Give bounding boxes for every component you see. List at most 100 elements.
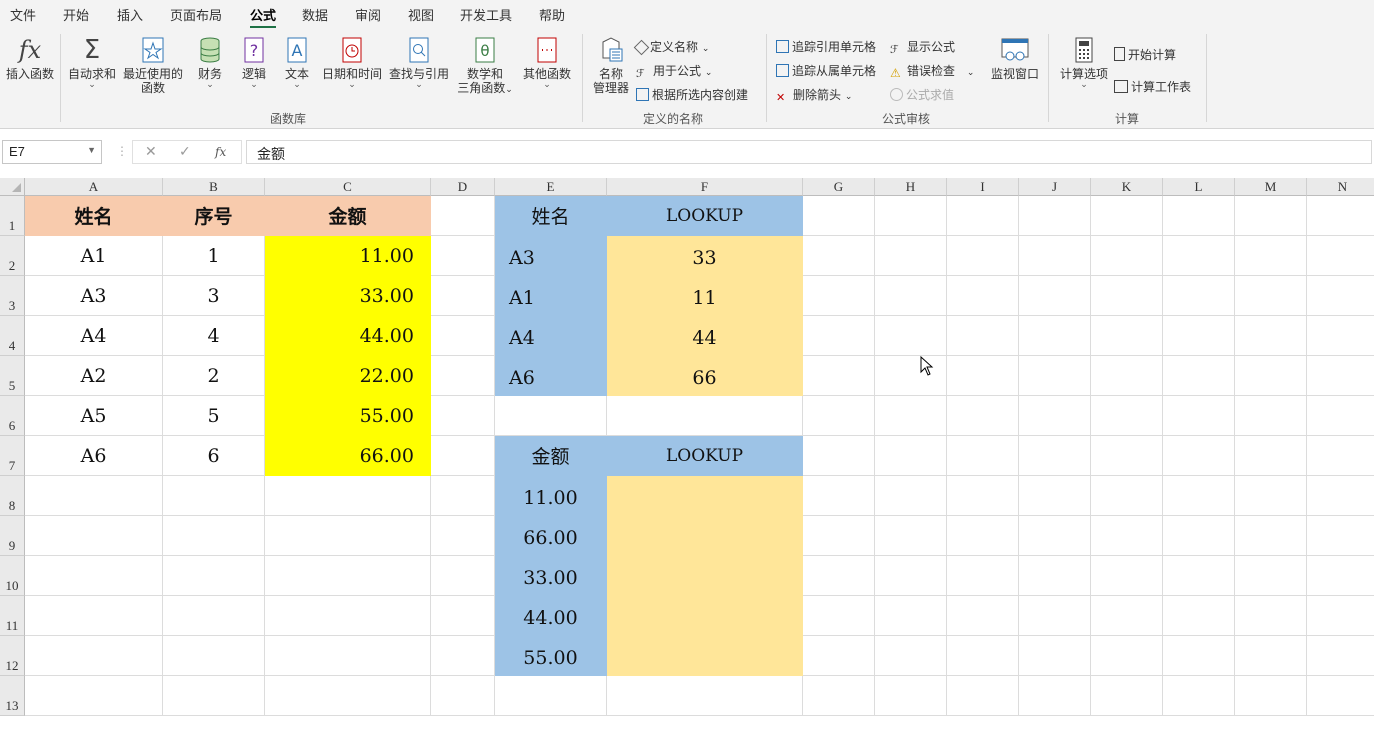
cell[interactable] xyxy=(1091,356,1163,396)
cell[interactable] xyxy=(1307,396,1374,436)
cell[interactable] xyxy=(1307,596,1374,636)
cell[interactable] xyxy=(431,676,495,716)
cell[interactable] xyxy=(1235,276,1307,316)
column-header-i[interactable]: I xyxy=(947,178,1019,196)
cell[interactable] xyxy=(803,556,875,596)
cell[interactable] xyxy=(875,476,947,516)
cell[interactable] xyxy=(1235,316,1307,356)
use-in-formula-button[interactable]: ℱ 用于公式 ⌄ xyxy=(636,62,712,81)
cell[interactable] xyxy=(265,676,431,716)
table1-index-cell[interactable]: 3 xyxy=(163,276,265,316)
cell[interactable] xyxy=(1307,316,1374,356)
cell[interactable] xyxy=(25,636,163,676)
cell[interactable] xyxy=(25,556,163,596)
cell[interactable] xyxy=(803,196,875,236)
cell[interactable] xyxy=(1235,436,1307,476)
menu-file[interactable]: 文件 xyxy=(10,5,36,24)
table1-amount-cell[interactable]: 55.00 xyxy=(265,396,431,436)
cell[interactable] xyxy=(1163,196,1235,236)
cell[interactable] xyxy=(1307,436,1374,476)
row-header-10[interactable]: 10 xyxy=(0,556,25,596)
cell[interactable] xyxy=(265,596,431,636)
trace-dependents-button[interactable]: 追踪从属单元格 xyxy=(776,62,876,79)
cell[interactable] xyxy=(431,396,495,436)
trace-precedents-button[interactable]: 追踪引用单元格 xyxy=(776,38,876,55)
table1-amount-cell[interactable]: 11.00 xyxy=(265,236,431,276)
cell[interactable] xyxy=(1163,396,1235,436)
cell[interactable] xyxy=(607,676,803,716)
watch-window-button[interactable]: 监视窗口 xyxy=(986,36,1044,81)
column-header-n[interactable]: N xyxy=(1307,178,1374,196)
cell[interactable] xyxy=(25,476,163,516)
menu-developer[interactable]: 开发工具 xyxy=(460,5,512,24)
cell[interactable] xyxy=(1091,596,1163,636)
enter-icon[interactable]: ✓ xyxy=(179,144,191,160)
calculate-sheet-button[interactable]: 计算工作表 xyxy=(1114,78,1191,95)
table3-header-cell[interactable]: LOOKUP xyxy=(607,436,803,476)
menu-insert[interactable]: 插入 xyxy=(117,5,143,24)
cell[interactable] xyxy=(875,676,947,716)
cell[interactable] xyxy=(947,676,1019,716)
cell[interactable] xyxy=(1019,236,1091,276)
datetime-button[interactable]: 日期和时间 ⌄ xyxy=(320,36,384,90)
table1-name-cell[interactable]: A6 xyxy=(25,436,163,476)
cell[interactable] xyxy=(1235,676,1307,716)
cell[interactable] xyxy=(803,676,875,716)
table2-lookup-cell[interactable]: 11 xyxy=(607,276,803,316)
row-header-8[interactable]: 8 xyxy=(0,476,25,516)
formula-input[interactable]: 金额 xyxy=(246,140,1372,164)
cell[interactable] xyxy=(1163,636,1235,676)
table1-header-cell[interactable]: 序号 xyxy=(163,196,265,236)
cell[interactable] xyxy=(265,556,431,596)
cell[interactable] xyxy=(875,396,947,436)
row-header-7[interactable]: 7 xyxy=(0,436,25,476)
table1-name-cell[interactable]: A1 xyxy=(25,236,163,276)
cell[interactable] xyxy=(1163,556,1235,596)
menu-help[interactable]: 帮助 xyxy=(539,5,565,24)
column-header-f[interactable]: F xyxy=(607,178,803,196)
row-header-12[interactable]: 12 xyxy=(0,636,25,676)
cell[interactable] xyxy=(1235,636,1307,676)
cell[interactable] xyxy=(1019,396,1091,436)
cell[interactable] xyxy=(875,516,947,556)
cell[interactable] xyxy=(1307,556,1374,596)
cell[interactable] xyxy=(431,556,495,596)
menu-review[interactable]: 审阅 xyxy=(355,5,381,24)
cell[interactable] xyxy=(1091,476,1163,516)
table3-lookup-cell[interactable] xyxy=(607,556,803,596)
table1-header-cell[interactable]: 金额 xyxy=(265,196,431,236)
cell[interactable] xyxy=(947,436,1019,476)
table2-lookup-cell[interactable]: 33 xyxy=(607,236,803,276)
select-all-corner[interactable] xyxy=(0,178,25,196)
table1-header-cell[interactable]: 姓名 xyxy=(25,196,163,236)
create-from-selection-button[interactable]: 根据所选内容创建 xyxy=(636,86,748,103)
column-header-m[interactable]: M xyxy=(1235,178,1307,196)
cell[interactable] xyxy=(1307,196,1374,236)
cell[interactable] xyxy=(875,276,947,316)
calculation-options-button[interactable]: 计算选项 ⌄ xyxy=(1056,36,1112,90)
cell[interactable] xyxy=(1091,516,1163,556)
table3-amount-cell[interactable]: 44.00 xyxy=(495,596,607,636)
column-header-c[interactable]: C xyxy=(265,178,431,196)
cell[interactable] xyxy=(163,516,265,556)
menu-view[interactable]: 视图 xyxy=(408,5,434,24)
cell[interactable] xyxy=(265,516,431,556)
error-checking-button[interactable]: ⚠ 错误检查 ⌄ xyxy=(890,62,974,80)
cell[interactable] xyxy=(163,596,265,636)
cell[interactable] xyxy=(803,276,875,316)
insert-function-icon[interactable]: fx xyxy=(215,145,226,159)
name-box[interactable]: E7 ▼ xyxy=(2,140,102,164)
table3-lookup-cell[interactable] xyxy=(607,636,803,676)
cell[interactable] xyxy=(1307,676,1374,716)
cell[interactable] xyxy=(1091,196,1163,236)
cell[interactable] xyxy=(1163,236,1235,276)
column-header-b[interactable]: B xyxy=(163,178,265,196)
cell[interactable] xyxy=(947,396,1019,436)
cell[interactable] xyxy=(1091,316,1163,356)
cell[interactable] xyxy=(1163,436,1235,476)
cell[interactable] xyxy=(1235,396,1307,436)
table3-header-cell[interactable]: 金额 xyxy=(495,436,607,476)
menu-home[interactable]: 开始 xyxy=(63,5,89,24)
column-header-j[interactable]: J xyxy=(1019,178,1091,196)
cell[interactable] xyxy=(1235,556,1307,596)
